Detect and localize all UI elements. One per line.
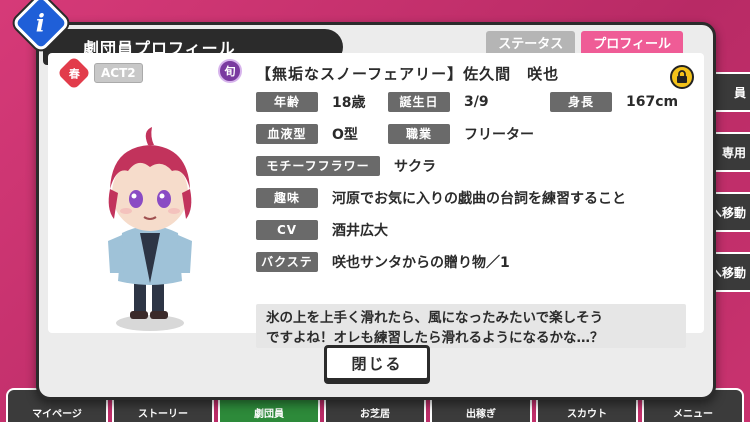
profile-rows: 年齢 18歳 誕生日 3/9 身長 167cm 血液型 O型 職業 フリーター … [256, 90, 696, 282]
row-flower: モチーフフラワー サクラ [256, 154, 696, 177]
flower-label: モチーフフラワー [256, 155, 380, 176]
row-hobby: 趣味 河原でお気に入りの戯曲の台詞を練習すること [256, 186, 696, 209]
character-name: 【無垢なスノーフェアリー】佐久間 咲也 [256, 65, 560, 83]
cv-label: CV [256, 219, 318, 240]
job-value: フリーター [464, 126, 534, 143]
bg-side-button-label: 専用 [721, 145, 746, 160]
tab-profile[interactable]: プロフィール [581, 31, 683, 53]
shun-icon: 旬 [218, 59, 242, 83]
hobby-label: 趣味 [256, 187, 318, 208]
cv-value: 酒井広大 [332, 222, 388, 239]
tab-status[interactable]: ステータス [486, 31, 576, 53]
age-value: 18歳 [332, 94, 366, 111]
bg-side-button-label: 員 [733, 85, 746, 100]
badge-row: 春 ACT2 [57, 56, 143, 90]
lock-icon[interactable] [670, 65, 694, 89]
job-label: 職業 [388, 123, 450, 144]
character-sprite [108, 127, 192, 331]
profile-panel: 春 ACT2 旬 【無垢なスノーフェアリー】佐久間 咲也 年齢 18歳 誕生日 … [48, 53, 704, 348]
row-cv: CV 酒井広大 [256, 218, 696, 241]
hobby-value: 河原でお気に入りの戯曲の台詞を練習すること [332, 190, 626, 207]
character-quote: 氷の上を上手く滑れたら、風になったみたいで楽しそう ですよね！オレも練習したら滑… [256, 304, 686, 348]
season-icon: 春 [57, 56, 91, 90]
backstage-value: 咲也サンタからの贈り物／1 [332, 254, 510, 271]
info-icon-glyph: i [36, 8, 46, 38]
tab-bar: ステータス プロフィール [486, 31, 683, 53]
act-badge: ACT2 [94, 63, 143, 83]
row-age-birthday-height: 年齢 18歳 誕生日 3/9 身長 167cm [256, 90, 696, 113]
birthday-value: 3/9 [464, 93, 489, 110]
age-label: 年齢 [256, 91, 318, 112]
flower-value: サクラ [394, 158, 436, 175]
quote-line-1: 氷の上を上手く滑れたら、風になったみたいで楽しそう [266, 310, 604, 326]
blood-value: O型 [332, 126, 358, 143]
close-button[interactable]: 閉じる [324, 345, 430, 381]
row-blood-job: 血液型 O型 職業 フリーター [256, 122, 696, 145]
row-backstage: バクステ 咲也サンタからの贈り物／1 [256, 250, 696, 273]
birthday-label: 誕生日 [388, 91, 450, 112]
height-value: 167cm [626, 93, 679, 110]
blood-label: 血液型 [256, 123, 318, 144]
height-label: 身長 [550, 91, 612, 112]
profile-dialog: 劇団員プロフィール ステータス プロフィール 春 ACT2 旬 【無垢なスノーフ… [36, 22, 716, 400]
season-label: 春 [68, 67, 80, 80]
backstage-label: バクステ [256, 251, 318, 272]
